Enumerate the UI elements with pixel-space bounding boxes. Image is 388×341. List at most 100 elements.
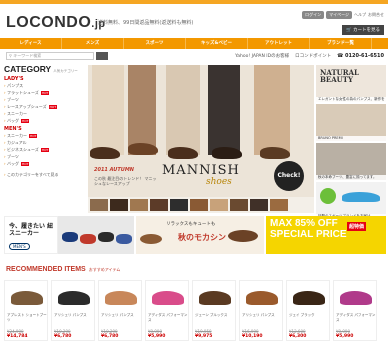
product-sale-price: ¥5,990 — [148, 334, 166, 339]
cart-icon: 🛒 — [345, 28, 352, 33]
product-name: ジェイ ブラック — [289, 313, 315, 317]
ladies-item[interactable]: スニーカー — [4, 110, 86, 117]
mypage-button[interactable]: マイページ — [326, 11, 352, 19]
phone-text: 0120-61-6510 — [345, 53, 384, 59]
hero-shoe — [168, 147, 198, 159]
product-sale-price: ¥6,780 — [54, 334, 72, 339]
hero-thumbnail-strip — [88, 197, 314, 213]
hot-badge: HOT — [21, 162, 30, 166]
mens-item[interactable]: バッグHOT — [4, 160, 86, 167]
mens-list: スニーカーHOTカジュアルビジネスシューズHOTブーツバッグHOT — [4, 132, 86, 167]
hot-badge: HOT — [48, 105, 58, 109]
product-sale-price: ¥6,300 — [289, 334, 307, 339]
promo-boots[interactable]: 秋の本命ブーツ、豊富に揃ってます。 — [316, 143, 386, 180]
login-button[interactable]: ログイン — [302, 11, 325, 19]
nav-item-brands[interactable]: ブランド一覧 — [310, 38, 372, 49]
banner-sneaker-lineup[interactable] — [58, 216, 134, 254]
ladies-item[interactable]: バッグHOT — [4, 117, 86, 124]
yahoo-login-link[interactable]: Yahoo! JAPAN IDのお客様 — [235, 53, 289, 59]
nav-item-outlet[interactable]: アウトレット — [248, 38, 310, 49]
banner-mens-title: 今、履きたい 紐スニーカー — [9, 223, 54, 237]
sneaker-image — [342, 192, 380, 202]
cart-button[interactable]: 🛒 カートを見る — [341, 25, 384, 35]
mens-item[interactable]: スニーカーHOT — [4, 132, 86, 139]
mens-item-label: バッグ — [7, 161, 19, 166]
hero-check-button[interactable]: Check! — [274, 161, 304, 191]
hero-thumbnail[interactable] — [150, 199, 168, 211]
nav-item-ladies[interactable]: レディース — [0, 38, 62, 49]
recommended-title: RECOMMENDED ITEMS おすすめアイテム — [6, 266, 120, 273]
product-image — [246, 291, 278, 305]
banner-special-price[interactable]: MAX 85% OFF SPECIAL PRICE 超特価 — [266, 216, 386, 254]
promo-sports[interactable]: 話題のスポーツブランドをお届け — [316, 182, 386, 219]
point-link[interactable]: ロコンドポイント — [295, 53, 331, 59]
moccasin-image — [228, 230, 258, 242]
mens-badge: MEN'S — [9, 243, 30, 250]
hero-model-1 — [92, 65, 124, 155]
hero-thumbnail[interactable] — [190, 199, 208, 211]
promo-caption: BRUNO PREMI — [316, 136, 386, 141]
hero-thumbnail[interactable] — [130, 199, 148, 211]
hero-thumbnail[interactable] — [250, 199, 268, 211]
category-title-text: CATEGORY — [4, 64, 52, 74]
mens-item[interactable]: ブーツ — [4, 153, 86, 160]
nav-item-mens[interactable]: メンズ — [62, 38, 124, 49]
promo-natural-beauty[interactable]: NATURAL BEAUTY エレガントな女性の為のパンプス、新作を — [316, 65, 386, 102]
hero-shoe — [128, 143, 158, 155]
hero-thumbnail[interactable] — [90, 199, 108, 211]
product-card[interactable]: アディダス パフォーマンス ¥9,990 ¥5,990 — [333, 280, 377, 341]
ladies-item[interactable]: フラットシューズHOT — [4, 89, 86, 96]
mens-item[interactable]: カジュアル — [4, 139, 86, 146]
nav-item-kids[interactable]: キッズ&ベビー — [186, 38, 248, 49]
hero-model-4 — [208, 65, 240, 155]
banner-moccasin[interactable]: リラックスもキュートも 秋のモカシン — [136, 216, 264, 254]
hero-thumbnail[interactable] — [210, 199, 228, 211]
help-link[interactable]: ヘルプ — [354, 12, 366, 18]
ladies-item[interactable]: レースアップシューズHOT — [4, 103, 86, 110]
hero-title-script: shoes — [206, 177, 232, 187]
product-card[interactable]: アディダス パフォーマンス ¥9,990 ¥5,990 — [145, 280, 189, 341]
hero-banner[interactable]: 2011 AUTUMN この秋 最注目のトレンド！ マニッシュなレースアップ M… — [88, 65, 314, 213]
sale-title: MAX 85% OFF SPECIAL PRICE — [270, 218, 347, 240]
all-categories-link[interactable]: このカテゴリーをすべて見る — [4, 171, 86, 178]
category-sidebar: CATEGORY人気カテゴリー LADY'S パンプスフラットシューズHOTブー… — [4, 64, 86, 178]
promo-bruno-premi[interactable]: BRUNO PREMI — [316, 104, 386, 141]
site-header: LOCONDO.jp 送料無料、99日間返品無料(返送料も無料) ログイン マイ… — [0, 4, 388, 38]
logo-text: LOCONDO — [6, 14, 92, 31]
search-input[interactable]: ⚲ キーワード検索 — [6, 52, 94, 60]
category-subtitle: 人気カテゴリー — [53, 69, 78, 73]
banner-mens-sneakers[interactable]: 今、履きたい 紐スニーカー MEN'S — [4, 216, 58, 254]
product-card[interactable]: アリシェリ パンプス ¥10,290 ¥6,780 — [98, 280, 142, 341]
mens-item-label: ビジネスシューズ — [7, 147, 39, 152]
ladies-item[interactable]: パンプス — [4, 82, 86, 89]
header-links: ログイン マイページ ヘルプ お問合せ — [302, 11, 384, 19]
tagline: 送料無料、99日間返品無料(返送料も無料) — [98, 20, 194, 26]
hero-thumbnail[interactable] — [270, 199, 288, 211]
nav-item-sports[interactable]: スポーツ — [124, 38, 186, 49]
search-button[interactable] — [96, 52, 108, 60]
product-sale-price: ¥10,190 — [242, 334, 263, 339]
hero-shoe — [260, 147, 290, 159]
hero-thumbnail[interactable] — [170, 199, 188, 211]
category-title: CATEGORY 人気カテゴリー — [4, 64, 86, 74]
product-sale-price: ¥9,975 — [195, 334, 213, 339]
site-logo[interactable]: LOCONDO.jp — [6, 14, 106, 32]
product-card[interactable]: アリシェリ パンプス ¥16,990 ¥10,190 — [239, 280, 283, 341]
mens-item-label: カジュアル — [7, 140, 27, 145]
main-nav: レディース メンズ スポーツ キッズ&ベビー アウトレット ブランド一覧 — [0, 38, 388, 49]
product-image — [340, 291, 372, 305]
ladies-item[interactable]: ブーツ — [4, 96, 86, 103]
hero-model-3 — [166, 65, 200, 155]
product-card[interactable]: アリシェリ パンプス ¥10,290 ¥6,780 — [51, 280, 95, 341]
mens-item[interactable]: ビジネスシューズHOT — [4, 146, 86, 153]
product-card[interactable]: ジェイ ブラック ¥12,600 ¥6,300 — [286, 280, 330, 341]
hero-thumbnail[interactable] — [110, 199, 128, 211]
promo-caption: エレガントな女性の為のパンプス、新作を — [316, 97, 386, 102]
banner-moccasin-sub: リラックスもキュートも — [166, 222, 216, 227]
promo-natural-beauty-title: NATURAL BEAUTY — [320, 68, 359, 84]
contact-link[interactable]: お問合せ — [368, 12, 384, 18]
hero-thumbnail[interactable] — [230, 199, 248, 211]
product-card[interactable]: ジェーン ブルックス ¥19,950 ¥9,975 — [192, 280, 236, 341]
product-card[interactable]: アブレスト ショートブーツ ¥24,990 ¥14,784 — [4, 280, 48, 341]
hero-subtitle: この秋 最注目のトレンド！ マニッシュなレースアップ — [94, 176, 157, 186]
